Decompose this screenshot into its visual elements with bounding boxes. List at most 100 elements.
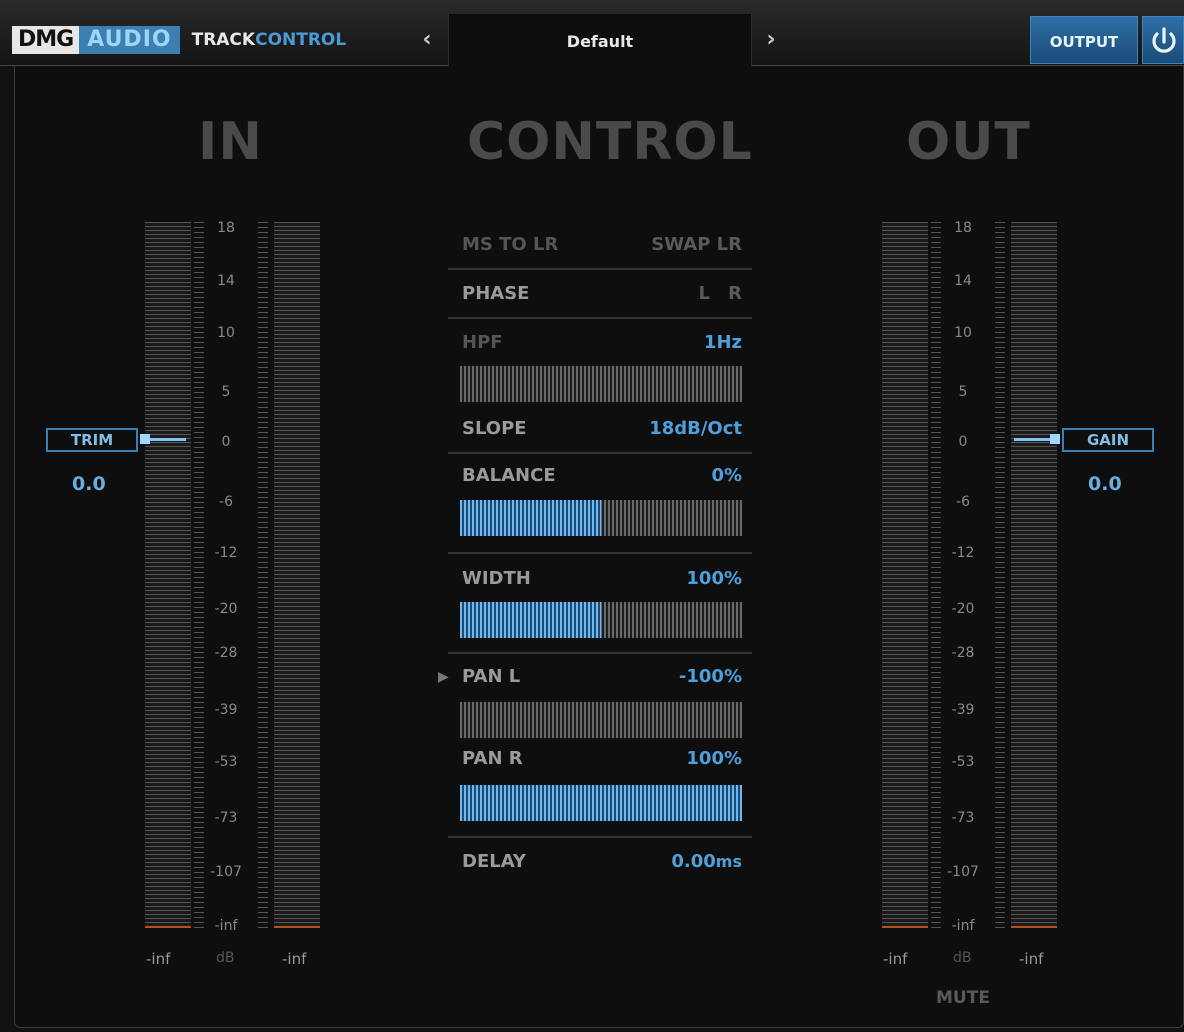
input-meter-scale-label: -6	[206, 494, 246, 510]
delay-value[interactable]: 0.00ms	[671, 851, 742, 872]
pan-r-row: PAN R 100%	[448, 748, 752, 778]
preset-name-display[interactable]: Default	[448, 14, 752, 66]
divider	[448, 836, 752, 838]
output-meter-left	[882, 222, 928, 928]
output-meter-scale-label: -inf	[943, 918, 983, 934]
divider	[448, 268, 752, 270]
hpf-row: HPF 1Hz	[448, 332, 752, 362]
gain-fader-handle[interactable]	[1050, 434, 1060, 444]
pan-r-slider[interactable]	[460, 785, 742, 821]
pan-r-label: PAN R	[462, 748, 523, 769]
input-left-readout: -inf	[146, 950, 171, 968]
logo-dmg: DMG	[12, 26, 80, 54]
balance-slider[interactable]	[460, 500, 742, 536]
slope-value[interactable]: 18dB/Oct	[649, 418, 742, 439]
delay-label: DELAY	[462, 851, 526, 872]
section-title-control: CONTROL	[467, 112, 753, 172]
input-meter-ticks-right	[258, 222, 268, 928]
pan-l-slider[interactable]	[460, 702, 742, 738]
divider	[448, 452, 752, 454]
hpf-label: HPF	[462, 332, 503, 353]
output-meter-scale-label: 0	[943, 434, 983, 450]
balance-label: BALANCE	[462, 465, 556, 486]
top-bar: DMG AUDIO TRACK CONTROL ‹ Default › OUTP…	[0, 0, 1184, 66]
gain-value[interactable]: 0.0	[1088, 473, 1122, 495]
pan-l-row: ▶ PAN L -100%	[438, 666, 752, 696]
input-meter-scale-label: -73	[206, 810, 246, 826]
output-meter-scale-label: -6	[943, 494, 983, 510]
logo-audio: AUDIO	[79, 26, 180, 54]
product-name-control: CONTROL	[255, 30, 347, 50]
width-slider-fill	[460, 602, 601, 638]
pan-l-selected-arrow-icon: ▶	[438, 669, 449, 685]
power-icon	[1152, 27, 1176, 53]
input-meter-left	[145, 222, 191, 928]
input-meter-scale-label: 10	[206, 325, 246, 341]
mute-button[interactable]: MUTE	[936, 988, 990, 1008]
input-meter-scale-label: 5	[206, 384, 246, 400]
divider	[448, 552, 752, 554]
input-meter-scale-label: -39	[206, 702, 246, 718]
slope-row: SLOPE 18dB/Oct	[448, 418, 752, 448]
previous-preset-chevron-icon[interactable]: ‹	[412, 22, 442, 58]
output-right-readout: -inf	[1019, 950, 1044, 968]
balance-value[interactable]: 0%	[711, 465, 742, 486]
hpf-slider[interactable]	[460, 366, 742, 402]
input-meter-scale-label: -20	[206, 601, 246, 617]
output-meter-right	[1011, 222, 1057, 928]
phase-row: PHASE L R	[448, 283, 752, 313]
output-meter-ticks-left	[931, 222, 941, 928]
pan-l-value[interactable]: -100%	[679, 666, 742, 687]
pan-r-value[interactable]: 100%	[686, 748, 742, 769]
input-meter-scale-label: -12	[206, 545, 246, 561]
next-preset-chevron-icon[interactable]: ›	[756, 22, 786, 58]
width-row: WIDTH 100%	[448, 568, 752, 598]
phase-right-toggle[interactable]: R	[728, 283, 742, 304]
balance-slider-fill	[460, 500, 601, 536]
output-meter-scale-label: -73	[943, 810, 983, 826]
input-meter-scale-label: -53	[206, 754, 246, 770]
output-meter-scale-label: -107	[943, 864, 983, 880]
trim-value[interactable]: 0.0	[72, 473, 106, 495]
balance-row: BALANCE 0%	[448, 465, 752, 495]
width-value[interactable]: 100%	[686, 568, 742, 589]
output-meter-scale-label: 14	[943, 273, 983, 289]
input-meter-right	[274, 222, 320, 928]
section-title-out: OUT	[906, 112, 1031, 172]
input-meter-scale-label: 14	[206, 273, 246, 289]
section-title-in: IN	[198, 112, 263, 172]
width-slider[interactable]	[460, 602, 742, 638]
output-meter-scale-label: -12	[943, 545, 983, 561]
output-unit-label: dB	[953, 950, 972, 966]
power-button[interactable]	[1142, 16, 1184, 64]
input-unit-label: dB	[216, 950, 235, 966]
product-name-track: TRACK	[191, 30, 256, 50]
output-meter-scale-label: 10	[943, 325, 983, 341]
pan-l-label: PAN L	[462, 666, 521, 687]
input-right-readout: -inf	[282, 950, 307, 968]
output-meter-scale-label: 18	[943, 220, 983, 236]
trim-fader-handle[interactable]	[140, 434, 150, 444]
output-meter-scale-label: -53	[943, 754, 983, 770]
slope-label: SLOPE	[462, 418, 527, 439]
output-meter-scale-label: 5	[943, 384, 983, 400]
divider	[448, 317, 752, 319]
dmg-audio-logo: DMG AUDIO TRACK CONTROL	[12, 26, 346, 54]
output-button[interactable]: OUTPUT	[1030, 16, 1138, 64]
input-meter-scale-label: -inf	[206, 918, 246, 934]
width-label: WIDTH	[462, 568, 531, 589]
hpf-value[interactable]: 1Hz	[704, 332, 742, 353]
output-meter-scale-label: -39	[943, 702, 983, 718]
trim-label: TRIM	[46, 428, 138, 452]
input-meter-scale-label: -107	[206, 864, 246, 880]
phase-label: PHASE	[462, 283, 530, 304]
delay-number: 0.00	[671, 851, 716, 872]
output-meter-scale-label: -20	[943, 601, 983, 617]
swap-lr-button[interactable]: SWAP LR	[651, 234, 742, 255]
phase-left-toggle[interactable]: L	[699, 283, 710, 304]
pan-r-slider-fill	[460, 785, 742, 821]
delay-row: DELAY 0.00ms	[448, 851, 752, 881]
output-meter-ticks-right	[995, 222, 1005, 928]
ms-to-lr-button[interactable]: MS TO LR	[462, 234, 558, 255]
output-left-readout: -inf	[883, 950, 908, 968]
